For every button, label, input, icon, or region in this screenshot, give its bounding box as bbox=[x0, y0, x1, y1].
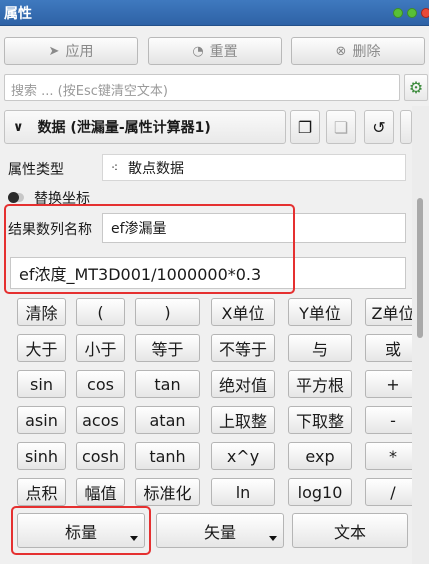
window-title: 属性 bbox=[4, 6, 32, 22]
float-button[interactable] bbox=[393, 8, 403, 18]
calc-key[interactable]: 与 bbox=[288, 334, 352, 362]
calc-key[interactable]: 小于 bbox=[76, 334, 125, 362]
title-bar: 属性 bbox=[0, 0, 429, 26]
calc-key[interactable]: 等于 bbox=[135, 334, 200, 362]
calc-key[interactable]: 下取整 bbox=[288, 406, 352, 434]
dropdown-caret-icon bbox=[269, 536, 277, 541]
calc-key[interactable]: Y单位 bbox=[288, 298, 352, 326]
apply-label: 应用 bbox=[65, 44, 94, 60]
maximize-button[interactable] bbox=[407, 8, 417, 18]
calc-key[interactable]: 平方根 bbox=[288, 370, 352, 398]
send-icon: ➤ bbox=[48, 43, 60, 59]
calc-key[interactable]: 清除 bbox=[17, 298, 66, 326]
calc-key[interactable]: ln bbox=[211, 478, 275, 506]
history-icon: ↺ bbox=[372, 117, 386, 137]
calc-key[interactable]: 不等于 bbox=[211, 334, 275, 362]
replace-coords-label: 替换坐标 bbox=[34, 191, 90, 207]
paste-icon: ❏ bbox=[333, 117, 349, 137]
calc-key[interactable]: exp bbox=[288, 442, 352, 470]
calc-key[interactable]: sinh bbox=[17, 442, 66, 470]
section-title: 数据 (泄漏量-属性计算器1) bbox=[37, 120, 211, 136]
calc-key[interactable]: atan bbox=[135, 406, 200, 434]
history-button[interactable]: ↺ bbox=[364, 110, 394, 144]
paste-button[interactable]: ❏ bbox=[326, 110, 356, 144]
result-name-input[interactable]: ef渗漏量 bbox=[102, 213, 406, 243]
calc-key[interactable]: 点积 bbox=[17, 478, 66, 506]
calc-key[interactable]: sin bbox=[17, 370, 66, 398]
close-button[interactable] bbox=[421, 8, 429, 18]
copy-button[interactable]: ❐ bbox=[290, 110, 320, 144]
calc-key[interactable]: ( bbox=[76, 298, 125, 326]
text-label: 文本 bbox=[333, 522, 366, 542]
gear-icon[interactable]: ⚙ bbox=[404, 74, 428, 101]
property-type-value: 散点数据 bbox=[128, 160, 185, 177]
calc-key[interactable]: ) bbox=[135, 298, 200, 326]
delete-label: 删除 bbox=[352, 44, 381, 60]
calc-key[interactable]: 绝对值 bbox=[211, 370, 275, 398]
calc-key[interactable]: asin bbox=[17, 406, 66, 434]
close-circle-icon: ⊗ bbox=[335, 43, 347, 59]
calc-key[interactable]: log10 bbox=[288, 478, 352, 506]
replace-coords-toggle[interactable] bbox=[8, 192, 24, 203]
text-button[interactable]: 文本 bbox=[292, 513, 408, 548]
result-name-label: 结果数列名称 bbox=[8, 222, 92, 238]
scrollbar-thumb[interactable] bbox=[417, 198, 423, 338]
apply-button[interactable]: ➤ 应用 bbox=[4, 37, 138, 65]
copy-icon: ❐ bbox=[297, 117, 313, 137]
dropdown-caret-icon bbox=[130, 536, 138, 541]
property-type-select[interactable]: ⁖ 散点数据 bbox=[102, 154, 406, 181]
calc-key[interactable]: 上取整 bbox=[211, 406, 275, 434]
delete-button[interactable]: ⊗ 删除 bbox=[291, 37, 425, 65]
calc-key[interactable]: x^y bbox=[211, 442, 275, 470]
vector-button[interactable]: 矢量 bbox=[156, 513, 284, 548]
gauge-icon: ◔ bbox=[192, 43, 204, 59]
calc-key[interactable]: acos bbox=[76, 406, 125, 434]
calc-key[interactable]: tanh bbox=[135, 442, 200, 470]
calc-key[interactable]: cos bbox=[76, 370, 125, 398]
search-input[interactable]: 搜索 ... (按Esc键清空文本) bbox=[4, 74, 400, 101]
vertical-scrollbar[interactable] bbox=[412, 106, 429, 564]
chevron-down-icon: ∨ bbox=[13, 119, 24, 135]
reset-label: 重置 bbox=[209, 44, 238, 60]
calc-key[interactable]: 大于 bbox=[17, 334, 66, 362]
calc-key[interactable]: cosh bbox=[76, 442, 125, 470]
scatter-icon: ⁖ bbox=[111, 160, 119, 175]
section-header[interactable]: ∨ 数据 (泄漏量-属性计算器1) bbox=[4, 110, 286, 144]
expression-input[interactable]: ef浓度_MT3D001/1000000*0.3 bbox=[10, 257, 406, 289]
property-type-label: 属性类型 bbox=[8, 162, 64, 178]
calc-key[interactable]: tan bbox=[135, 370, 200, 398]
reset-button[interactable]: ◔ 重置 bbox=[148, 37, 282, 65]
calc-key[interactable]: 标准化 bbox=[135, 478, 200, 506]
scalar-button[interactable]: 标量 bbox=[17, 513, 145, 548]
calc-key[interactable]: X单位 bbox=[211, 298, 275, 326]
calc-key[interactable]: 幅值 bbox=[76, 478, 125, 506]
more-button[interactable] bbox=[400, 110, 412, 144]
scalar-label: 标量 bbox=[64, 522, 97, 542]
vector-label: 矢量 bbox=[203, 522, 236, 542]
